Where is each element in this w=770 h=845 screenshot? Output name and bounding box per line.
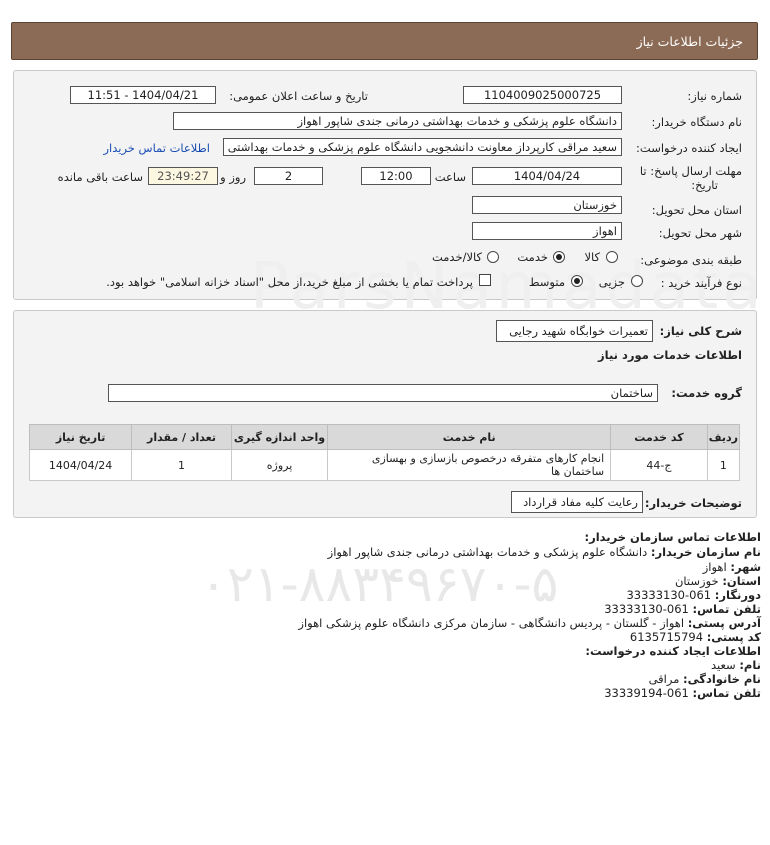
deadline-date-label: تاریخ: (691, 178, 718, 192)
category-radio-goods-service[interactable] (487, 251, 499, 263)
contact-phone-line: تلفن تماس: 061-33333130 (604, 602, 761, 616)
services-table: ردیف کد خدمت نام خدمت واحد اندازه گیری ت… (28, 424, 741, 481)
province-field: خوزستان (472, 196, 622, 214)
cell-index: 1 (706, 449, 741, 481)
col-header-qty: تعداد / مقدار (131, 424, 232, 450)
cell-unit: پروژه (230, 449, 329, 481)
contact-org-value: دانشگاه علوم پزشکی و خدمات بهداشتی درمان… (327, 545, 648, 559)
page-header: جزئیات اطلاعات نیاز (11, 22, 758, 60)
creator-phone-value: 061-33339194 (604, 686, 689, 700)
category-label: طبقه بندی موضوعی: (640, 253, 742, 267)
contact-heading: اطلاعات تماس سازمان خریدار: (584, 530, 761, 544)
cell-date: 1404/04/24 (28, 449, 133, 481)
process-radio-minor[interactable] (631, 275, 643, 287)
watermark-phone: ۰۲۱-۸۸۳۴۹۶۷۰-۵ (200, 555, 559, 613)
payment-note: پرداخت تمام یا بخشی از مبلغ خرید،از محل … (106, 275, 473, 289)
remaining-label: ساعت باقی مانده (57, 170, 143, 184)
days-label: روز و (220, 170, 246, 184)
col-header-code: کد خدمت (610, 424, 708, 450)
creator-heading: اطلاعات ایجاد کننده درخواست: (585, 644, 761, 658)
process-radio-medium[interactable] (571, 275, 583, 287)
contact-address-value: اهواز - گلستان - پردیس دانشگاهی - سازمان… (298, 616, 685, 630)
creator-label: ایجاد کننده درخواست: (636, 141, 742, 155)
contact-province-line: استان: خوزستان (675, 574, 761, 588)
deadline-time-label: ساعت (434, 170, 466, 184)
category-option-goods: کالا (584, 250, 600, 264)
table-row: 1 ج-44 انجام کارهای متفرقه درخصوص بازساز… (28, 449, 741, 481)
category-option-service: خدمت (517, 250, 548, 264)
announce-field: 1404/04/21 - 11:51 (70, 86, 216, 104)
col-header-name: نام خدمت (327, 424, 612, 450)
creator-first-name-line: نام: سعید (711, 658, 761, 672)
col-header-unit: واحد اندازه گیری (230, 424, 329, 450)
contact-fax-label: دورنگار: (714, 588, 761, 602)
creator-field: سعید مراقی کارپرداز معاونت دانشجویی دانش… (223, 138, 622, 156)
cell-name: انجام کارهای متفرقه درخصوص بازسازی و بهس… (327, 449, 612, 481)
creator-phone-label: تلفن تماس: (692, 686, 761, 700)
contact-postal-value: 6135715794 (629, 630, 704, 644)
deadline-date-field: 1404/04/24 (472, 167, 622, 185)
category-radio-goods[interactable] (606, 251, 618, 263)
announce-label: تاریخ و ساعت اعلان عمومی: (229, 89, 368, 103)
contact-postal-label: کد پستی: (706, 630, 761, 644)
city-label: شهر محل تحویل: (658, 226, 742, 240)
contact-city-label: شهر: (730, 560, 761, 574)
category-option-goods-service: کالا/خدمت (431, 250, 482, 264)
buyer-notes-label: توضیحات خریدار: (644, 496, 742, 510)
contact-fax-line: دورنگار: 061-33333130 (626, 588, 761, 602)
summary-label: شرح کلی نیاز: (659, 324, 742, 338)
page-title: جزئیات اطلاعات نیاز (636, 34, 743, 49)
contact-city-line: شهر: اهواز (703, 560, 761, 574)
province-label: استان محل تحویل: (651, 203, 742, 217)
creator-first-name-label: نام: (739, 658, 761, 672)
contact-postal-line: کد پستی: 6135715794 (630, 630, 761, 644)
category-radio-service[interactable] (553, 251, 565, 263)
need-number-field: 1104009025000725 (463, 86, 622, 104)
contact-phone-value: 061-33333130 (604, 602, 689, 616)
contact-city-value: اهواز (702, 560, 727, 574)
contact-phone-label: تلفن تماس: (692, 602, 761, 616)
deadline-label: مهلت ارسال پاسخ: تا (639, 164, 742, 178)
buyer-notes-field: رعایت کلیه مفاد قرارداد (511, 491, 643, 513)
days-field: 2 (254, 167, 323, 185)
service-group-label: گروه خدمت: (671, 386, 742, 400)
contact-fax-value: 061-33333130 (626, 588, 712, 602)
creator-first-name-value: سعید (710, 658, 736, 672)
creator-last-name-value: مراقی (648, 672, 680, 686)
services-heading: اطلاعات خدمات مورد نیاز (598, 348, 742, 362)
service-group-field: ساختمان (108, 384, 658, 402)
need-number-label: شماره نیاز: (687, 89, 742, 103)
process-label: نوع فرآیند خرید : (660, 276, 742, 290)
contact-province-label: استان: (722, 574, 761, 588)
creator-phone-line: تلفن تماس: 061-33339194 (604, 686, 761, 700)
summary-field: تعمیرات خوابگاه شهید رجایی (496, 320, 653, 342)
creator-last-name-label: نام خانوادگی: (683, 672, 761, 686)
contact-org-label: نام سازمان خریدار: (650, 545, 761, 559)
cell-code: ج-44 (610, 449, 708, 481)
contact-org-line: نام سازمان خریدار: دانشگاه علوم پزشکی و … (328, 545, 761, 559)
contact-province-value: خوزستان (674, 574, 719, 588)
process-option-medium: متوسط (528, 275, 565, 289)
city-field: اهواز (472, 222, 622, 240)
cell-qty: 1 (131, 449, 232, 481)
col-header-date: تاریخ نیاز (28, 424, 133, 450)
remaining-time-field: 23:49:27 (148, 167, 218, 185)
contact-address-line: آدرس پستی: اهواز - گلستان - پردیس دانشگا… (298, 616, 761, 630)
contact-address-label: آدرس پستی: (687, 616, 761, 630)
col-header-index: ردیف (706, 424, 741, 450)
buyer-org-label: نام دستگاه خریدار: (651, 115, 742, 129)
buyer-contact-link[interactable]: اطلاعات تماس خریدار (103, 141, 210, 155)
creator-last-name-line: نام خانوادگی: مراقی (649, 672, 761, 686)
table-header-row: ردیف کد خدمت نام خدمت واحد اندازه گیری ت… (28, 424, 741, 450)
buyer-org-field: دانشگاه علوم پزشکی و خدمات بهداشتی درمان… (173, 112, 622, 130)
process-option-minor: جزیی (598, 275, 625, 289)
payment-checkbox[interactable] (479, 274, 491, 286)
deadline-time-field: 12:00 (361, 167, 431, 185)
